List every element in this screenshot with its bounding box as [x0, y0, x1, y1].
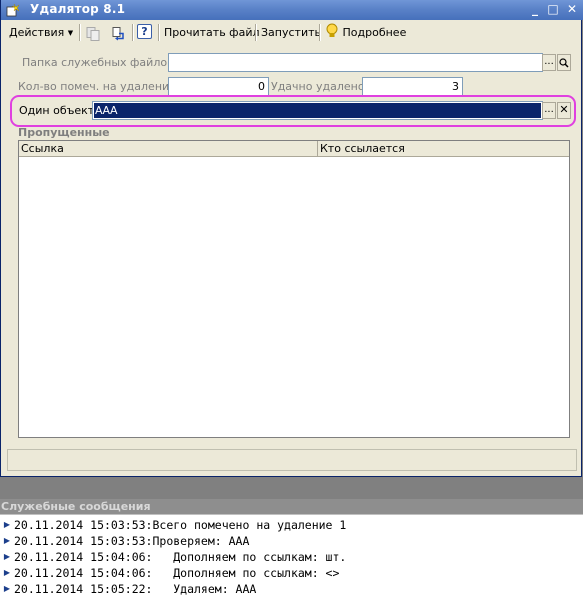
read-file-button[interactable]: Прочитать файл: [164, 23, 260, 42]
service-folder-label: Папка служебных файлов:: [22, 56, 178, 69]
caret-right-icon: ▶: [3, 536, 11, 545]
window-title: Удалятор 8.1: [30, 2, 126, 16]
actions-menu[interactable]: Действия ▼: [9, 23, 73, 42]
message-line: ▶ 20.11.2014 15:05:22: Удаляем: ААА: [0, 581, 256, 597]
one-object-value: ААА: [94, 103, 541, 118]
close-button[interactable]: ✕: [565, 3, 579, 16]
one-object-input[interactable]: ААА: [92, 101, 543, 120]
caret-right-icon: ▶: [3, 552, 11, 561]
copy-icon[interactable]: [85, 24, 101, 43]
caret-right-icon: ▶: [3, 568, 11, 577]
toolbar: Действия ▼ ? Прочитать файл Запустить По…: [7, 21, 579, 44]
caret-right-icon: ▶: [3, 584, 11, 593]
details-button[interactable]: Подробнее: [325, 23, 406, 42]
actions-label: Действия: [9, 26, 65, 39]
service-folder-browse-button[interactable]: ...: [542, 54, 556, 71]
one-object-select-button[interactable]: ...: [542, 102, 556, 119]
toolbar-separator: [132, 24, 134, 41]
run-button[interactable]: Запустить: [261, 23, 321, 42]
message-line: ▶ 20.11.2014 15:03:53:Всего помечено на у…: [0, 517, 346, 533]
search-icon: [559, 58, 569, 68]
message-line: ▶ 20.11.2014 15:04:06: Дополняем по ссылк…: [0, 549, 346, 565]
caret-right-icon: ▶: [3, 520, 11, 529]
marked-count-label: Кол-во помеч. на удаление:: [18, 80, 180, 93]
toolbar-separator: [319, 24, 321, 41]
help-icon: ?: [141, 25, 148, 38]
refresh-icon[interactable]: [110, 24, 126, 43]
toolbar-separator: [255, 24, 257, 41]
message-line: ▶ 20.11.2014 15:04:06: Дополняем по ссылк…: [0, 565, 340, 581]
toolbar-separator: [79, 24, 81, 41]
marked-count-field[interactable]: 0: [168, 77, 269, 96]
lightbulb-icon: [326, 23, 338, 37]
messages-panel[interactable]: ▶ 20.11.2014 15:03:53:Всего помечено на у…: [0, 514, 583, 597]
skipped-group-title: Пропущенные: [18, 126, 110, 139]
column-header-reference[interactable]: Ссылка: [19, 141, 318, 157]
toolbar-separator: [158, 24, 160, 41]
deleted-count-field[interactable]: 3: [362, 77, 463, 96]
window-titlebar[interactable]: Удалятор 8.1 _ □ ✕: [1, 0, 583, 20]
deleted-count-label: Удачно удалено:: [271, 80, 369, 93]
one-object-label: Один объект:: [19, 104, 98, 117]
details-label: Подробнее: [342, 26, 407, 39]
skipped-table[interactable]: Ссылка Кто ссылается: [18, 140, 570, 438]
column-header-referenced-by[interactable]: Кто ссылается: [318, 141, 569, 157]
deleter-window: Удалятор 8.1 _ □ ✕ Действия ▼ ? Прочитат…: [0, 0, 583, 477]
maximize-button[interactable]: □: [546, 3, 560, 16]
close-icon: ✕: [559, 103, 569, 116]
minimize-button[interactable]: _: [528, 3, 542, 16]
status-bar: [7, 449, 577, 471]
help-button[interactable]: ?: [137, 24, 152, 39]
message-line: ▶ 20.11.2014 15:03:53:Проверяем: ААА: [0, 533, 249, 549]
messages-panel-title: Служебные сообщения: [0, 499, 583, 514]
app-icon: [6, 3, 20, 17]
service-folder-open-button[interactable]: [557, 54, 571, 71]
chevron-down-icon: ▼: [67, 29, 74, 37]
service-folder-input[interactable]: [168, 53, 543, 72]
one-object-clear-button[interactable]: ✕: [557, 102, 571, 119]
